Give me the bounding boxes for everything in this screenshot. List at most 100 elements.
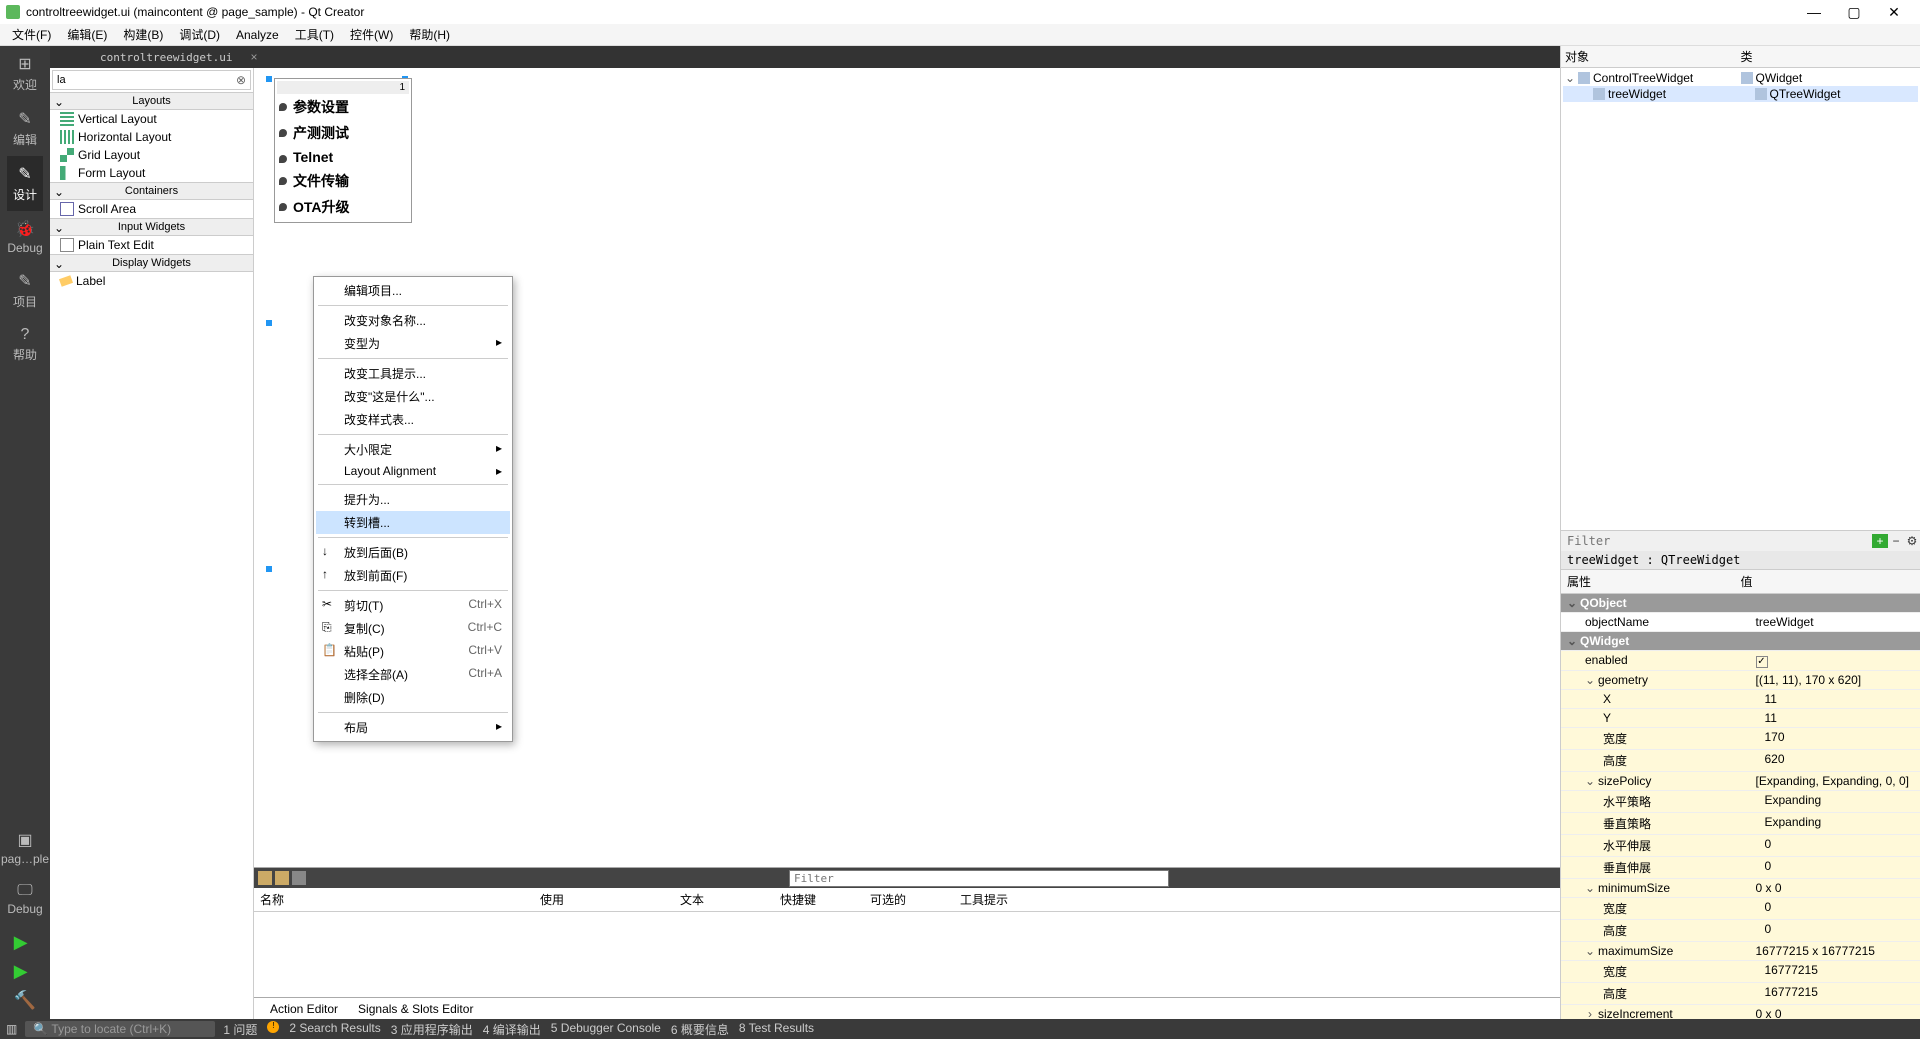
property-row[interactable]: 高度16777215 bbox=[1561, 983, 1920, 1005]
property-row[interactable]: ⌄sizePolicy[Expanding, Expanding, 0, 0] bbox=[1561, 772, 1920, 791]
property-value[interactable]: 0 x 0 bbox=[1750, 879, 1920, 897]
property-value[interactable]: Expanding bbox=[1759, 791, 1920, 812]
expand-icon[interactable]: ⌄ bbox=[1565, 71, 1575, 85]
property-category[interactable]: ⌄QWidget bbox=[1561, 632, 1920, 651]
property-value[interactable]: 0 bbox=[1759, 920, 1920, 941]
output-pane-button[interactable]: 2 Search Results bbox=[289, 1021, 380, 1038]
mode-项目[interactable]: ✎项目 bbox=[7, 263, 42, 318]
widget-item[interactable]: Label bbox=[50, 272, 253, 290]
menu-item[interactable]: 调试(D) bbox=[171, 24, 228, 45]
property-category[interactable]: ⌄QObject bbox=[1561, 594, 1920, 613]
widget-item[interactable]: Plain Text Edit bbox=[50, 236, 253, 254]
remove-property-icon[interactable]: − bbox=[1888, 534, 1904, 548]
property-value[interactable]: 0 x 0 bbox=[1750, 1005, 1920, 1020]
expand-icon[interactable]: ⌄ bbox=[1585, 944, 1595, 958]
property-value[interactable]: 16777215 x 16777215 bbox=[1750, 942, 1920, 960]
property-row[interactable]: 宽度16777215 bbox=[1561, 961, 1920, 983]
menu-item[interactable]: 构建(B) bbox=[115, 24, 171, 45]
widget-item[interactable]: Scroll Area bbox=[50, 200, 253, 218]
property-value[interactable]: [Expanding, Expanding, 0, 0] bbox=[1750, 772, 1920, 790]
action-tab[interactable]: Action Editor bbox=[260, 999, 348, 1019]
new-action-icon[interactable] bbox=[258, 871, 272, 885]
file-tab[interactable]: controltreewidget.ui bbox=[90, 48, 242, 67]
property-row[interactable]: 水平策略Expanding bbox=[1561, 791, 1920, 813]
mode-设计[interactable]: ✎设计 bbox=[7, 156, 42, 211]
property-value[interactable]: 170 bbox=[1759, 728, 1920, 749]
object-row[interactable]: ⌄ControlTreeWidgetQWidget bbox=[1563, 70, 1918, 86]
output-pane-button[interactable]: 4 编译输出 bbox=[483, 1021, 541, 1038]
mode-欢迎[interactable]: ⊞欢迎 bbox=[7, 46, 42, 101]
expand-icon[interactable]: ⌄ bbox=[1585, 673, 1595, 687]
property-value[interactable] bbox=[1741, 594, 1920, 612]
property-value[interactable]: 16777215 bbox=[1759, 983, 1920, 1004]
action-column-header[interactable]: 名称 bbox=[260, 891, 540, 908]
output-pane-button[interactable]: 5 Debugger Console bbox=[551, 1021, 661, 1038]
close-button[interactable]: ✕ bbox=[1874, 4, 1914, 21]
context-menu-item[interactable]: ✂剪切(T)Ctrl+X bbox=[316, 594, 510, 617]
widget-group-header[interactable]: ⌄Containers bbox=[50, 182, 253, 200]
property-value[interactable]: 0 bbox=[1759, 898, 1920, 919]
output-pane-button[interactable]: 1 问题 bbox=[223, 1021, 257, 1038]
action-column-header[interactable]: 快捷键 bbox=[780, 891, 870, 908]
sidebar-toggle-icon[interactable]: ▥ bbox=[6, 1022, 17, 1036]
delete-action-icon[interactable] bbox=[292, 871, 306, 885]
property-value[interactable]: treeWidget bbox=[1750, 613, 1920, 631]
expand-icon[interactable]: ⌄ bbox=[1585, 774, 1595, 788]
action-column-header[interactable]: 文本 bbox=[680, 891, 780, 908]
collapse-icon[interactable]: › bbox=[1585, 1007, 1595, 1020]
property-row[interactable]: ⌄maximumSize16777215 x 16777215 bbox=[1561, 942, 1920, 961]
property-value[interactable]: 0 bbox=[1759, 857, 1920, 878]
tree-item[interactable]: Telnet bbox=[277, 146, 409, 168]
context-menu-item[interactable]: 变型为▸ bbox=[316, 332, 510, 355]
project-selector[interactable]: ▣ pag…ple bbox=[0, 822, 50, 874]
tree-item[interactable]: 产测测试 bbox=[277, 120, 409, 146]
add-property-icon[interactable]: + bbox=[1872, 534, 1888, 548]
property-value[interactable]: 620 bbox=[1759, 750, 1920, 771]
tab-close-icon[interactable]: × bbox=[250, 50, 257, 64]
context-menu-item[interactable]: 改变对象名称... bbox=[316, 309, 510, 332]
context-menu-item[interactable]: 改变工具提示... bbox=[316, 362, 510, 385]
action-tab[interactable]: Signals & Slots Editor bbox=[348, 999, 483, 1019]
menu-item[interactable]: 文件(F) bbox=[4, 24, 59, 45]
clear-search-icon[interactable]: ⊗ bbox=[236, 73, 246, 87]
context-menu-item[interactable]: 提升为... bbox=[316, 488, 510, 511]
context-menu-item[interactable]: 删除(D) bbox=[316, 686, 510, 709]
copy-action-icon[interactable] bbox=[275, 871, 289, 885]
context-menu-item[interactable]: ⎘复制(C)Ctrl+C bbox=[316, 617, 510, 640]
object-inspector[interactable]: ⌄ControlTreeWidgetQWidgettreeWidgetQTree… bbox=[1561, 68, 1920, 104]
property-row[interactable]: X11 bbox=[1561, 690, 1920, 709]
property-row[interactable]: 宽度0 bbox=[1561, 898, 1920, 920]
property-value[interactable]: Expanding bbox=[1759, 813, 1920, 834]
widget-item[interactable]: Vertical Layout bbox=[50, 110, 253, 128]
property-filter-input[interactable] bbox=[1561, 531, 1872, 551]
property-row[interactable]: 高度620 bbox=[1561, 750, 1920, 772]
widget-item[interactable]: Form Layout bbox=[50, 164, 253, 182]
build-config[interactable]: 🖵 Debug bbox=[0, 874, 50, 924]
output-pane-button[interactable]: 3 应用程序输出 bbox=[391, 1021, 473, 1038]
property-value[interactable]: [(11, 11), 170 x 620] bbox=[1750, 671, 1920, 689]
menu-item[interactable]: 控件(W) bbox=[342, 24, 401, 45]
property-row[interactable]: ⌄geometry[(11, 11), 170 x 620] bbox=[1561, 671, 1920, 690]
property-row[interactable]: 垂直策略Expanding bbox=[1561, 813, 1920, 835]
mode-帮助[interactable]: ?帮助 bbox=[7, 318, 42, 371]
property-row[interactable]: 水平伸展0 bbox=[1561, 835, 1920, 857]
tree-item[interactable]: OTA升级 bbox=[277, 194, 409, 220]
property-editor[interactable]: ⌄QObjectobjectNametreeWidget⌄QWidgetenab… bbox=[1561, 594, 1920, 1020]
widget-item[interactable]: Grid Layout bbox=[50, 146, 253, 164]
action-column-header[interactable]: 工具提示 bbox=[960, 891, 1100, 908]
object-row[interactable]: treeWidgetQTreeWidget bbox=[1563, 86, 1918, 102]
menu-item[interactable]: 工具(T) bbox=[287, 24, 342, 45]
context-menu-item[interactable]: 布局▸ bbox=[316, 716, 510, 739]
action-column-header[interactable]: 可选的 bbox=[870, 891, 960, 908]
build-icon[interactable]: 🔨 bbox=[14, 990, 36, 1011]
context-menu-item[interactable]: 转到槽... bbox=[316, 511, 510, 534]
menu-item[interactable]: 帮助(H) bbox=[401, 24, 458, 45]
context-menu-item[interactable]: ↑放到前面(F) bbox=[316, 564, 510, 587]
output-pane-button[interactable]: 8 Test Results bbox=[739, 1021, 814, 1038]
context-menu-item[interactable]: 📋粘贴(P)Ctrl+V bbox=[316, 640, 510, 663]
context-menu-item[interactable]: 改变样式表... bbox=[316, 408, 510, 431]
property-value[interactable]: 0 bbox=[1759, 835, 1920, 856]
tree-widget-preview[interactable]: 1 参数设置产测测试Telnet文件传输OTA升级 bbox=[274, 78, 412, 223]
output-pane-button[interactable]: 6 概要信息 bbox=[671, 1021, 729, 1038]
context-menu-item[interactable]: 选择全部(A)Ctrl+A bbox=[316, 663, 510, 686]
